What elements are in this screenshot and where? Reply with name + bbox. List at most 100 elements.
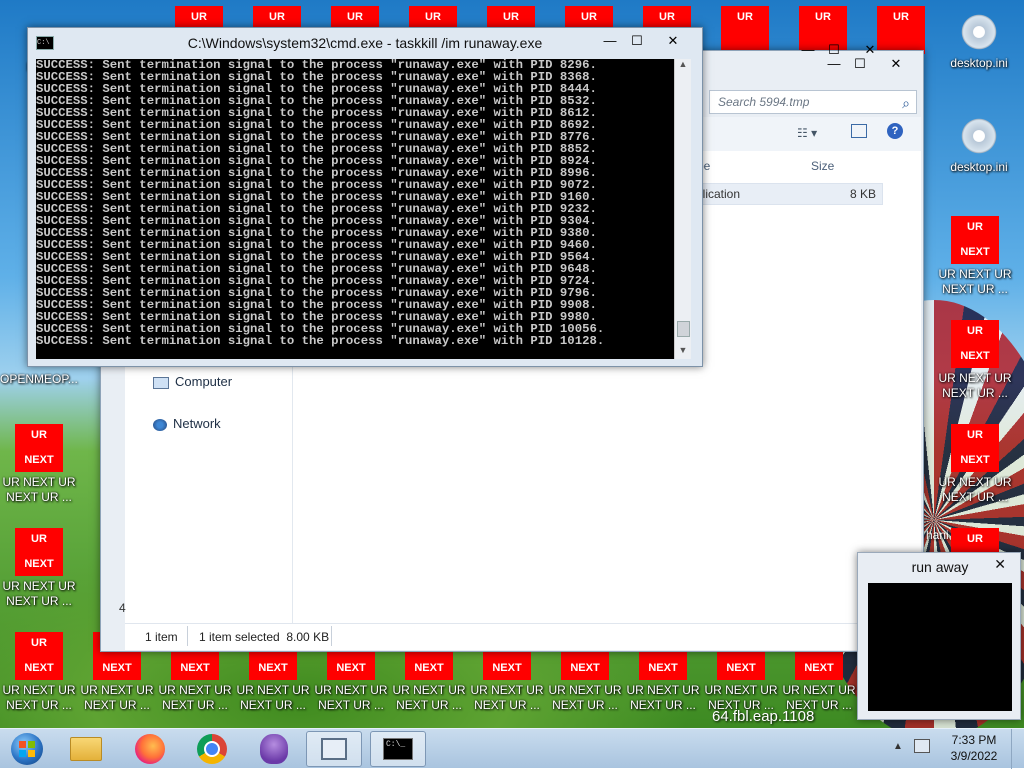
cmd-window[interactable]: C:\ C:\Windows\system32\cmd.exe - taskki… [27,27,703,367]
desktop-icon-label: desktop.ini [950,160,1008,174]
file-row-selected[interactable]: plication 8 KB [695,183,883,205]
tile-bottom-text: NEXT [24,454,54,466]
tile-top-text: UR [967,325,983,337]
taskbar: C:\_ ▲ 7:33 PM 3/9/2022 [0,728,1024,769]
runaway-close-button[interactable]: ✕ [994,556,1006,573]
ur-next-tile-icon: UR NEXT [15,632,63,680]
tile-bottom-text: NEXT [180,662,210,674]
desktop-icon[interactable]: UR NEXT UR NEXT UR NEXT UR ... [938,424,1012,505]
windows-start-icon [11,733,43,765]
tile-top-text: UR [269,11,285,23]
tile-top-text: UR [967,221,983,233]
console-output[interactable]: SUCCESS: Sent termination signal to the … [36,59,691,359]
status-selected: 1 item selected 8.00 KB [199,630,330,644]
tile-top-text: UR [893,11,909,23]
explorer-maximize-button[interactable]: ☐ [843,53,877,75]
scroll-up-arrow[interactable]: ▲ [675,59,691,73]
taskbar-purple-app[interactable] [246,731,302,767]
desktop-icon-label: UR NEXT UR NEXT UR ... [392,683,466,712]
file-size-cell: 8 KB [849,187,876,201]
search-input[interactable]: Search 5994.tmp ⌕ [709,90,917,114]
column-header-size[interactable]: Size [811,159,834,173]
desktop-icon-label: UR NEXT UR NEXT UR ... [2,579,76,608]
ur-next-tile-icon: UR NEXT [951,216,999,264]
desktop-icon-label: desktop.ini [950,56,1008,70]
tile-bottom-text: NEXT [414,662,444,674]
status-bar: 1 item 1 item selected 8.00 KB [125,623,921,650]
taskbar-chrome[interactable] [184,731,240,767]
desktop-icon-label: OPENMEOP... [0,372,78,386]
desktop-icon-label: UR NEXT UR NEXT UR ... [626,683,700,712]
tile-top-text: UR [581,11,597,23]
tile-bottom-text: NEXT [570,662,600,674]
tile-bottom-text: NEXT [24,662,54,674]
desktop-icon-label: UR NEXT UR NEXT UR ... [548,683,622,712]
desktop-icon[interactable]: UR NEXT UR NEXT UR NEXT UR ... [938,216,1012,297]
desktop-icon-label: UR NEXT UR NEXT UR ... [2,683,76,712]
ur-next-tile-icon: UR NEXT [15,424,63,472]
tile-bottom-text: NEXT [492,662,522,674]
tile-top-text: UR [815,11,831,23]
chrome-icon [197,734,227,764]
ur-next-tile-icon: UR NEXT [951,320,999,368]
tile-top-text: UR [31,637,47,649]
left-pane-fragment: 4 [119,601,126,615]
tile-bottom-text: NEXT [960,454,990,466]
tile-top-text: UR [967,429,983,441]
ur-next-tile-icon: UR [721,6,769,54]
search-placeholder: Search 5994.tmp [718,95,810,109]
view-options-icon[interactable]: ☷ ▾ [797,126,817,140]
folder-icon [70,737,102,761]
tile-bottom-text: NEXT [960,246,990,258]
tile-top-text: UR [191,11,207,23]
status-item-count: 1 item [145,630,178,644]
cmd-maximize-button[interactable]: ☐ [620,30,654,52]
tile-bottom-text: NEXT [648,662,678,674]
taskbar-explorer-window[interactable] [306,731,362,767]
desktop-icon[interactable]: UR NEXT UR NEXT UR NEXT UR ... [2,632,76,713]
clock[interactable]: 7:33 PM 3/9/2022 [942,732,1006,764]
tile-top-text: UR [503,11,519,23]
taskbar-cmd[interactable]: C:\_ [370,731,426,767]
desktop-icon-label: UR NEXT UR NEXT UR ... [314,683,388,712]
scroll-down-arrow[interactable]: ▼ [675,345,691,359]
search-icon[interactable]: ⌕ [902,92,910,114]
console-scrollbar[interactable]: ▲ ▼ [674,59,691,359]
tile-bottom-text: NEXT [726,662,756,674]
settings-file-icon [959,116,999,156]
help-icon[interactable]: ? [887,123,903,139]
desktop-icon-label: UR NEXT UR NEXT UR ... [938,475,1012,504]
runaway-window[interactable]: run away ✕ [857,552,1021,720]
explorer-close-button[interactable]: ✕ [879,53,913,75]
desktop-icon[interactable]: UR NEXT UR NEXT UR NEXT UR ... [2,424,76,505]
tile-bottom-text: NEXT [102,662,132,674]
show-desktop-button[interactable] [1011,729,1024,769]
nav-item-network[interactable]: Network [153,416,221,431]
ur-next-tile-icon: UR NEXT [15,528,63,576]
desktop-icon[interactable]: UR NEXT UR NEXT UR NEXT UR ... [938,320,1012,401]
start-button[interactable] [2,731,52,767]
tray-show-hidden-icon[interactable]: ▲ [893,741,903,752]
clock-date: 3/9/2022 [950,749,998,763]
desktop-icon[interactable]: desktop.ini [942,116,1016,175]
desktop-icon-label: UR NEXT UR NEXT UR ... [2,475,76,504]
desktop-icon[interactable]: OPENMEOP... [0,372,78,387]
preview-pane-icon[interactable] [851,124,867,138]
taskbar-file-explorer[interactable] [58,731,114,767]
desktop-icon-label: UR NEXT UR NEXT UR ... [158,683,232,712]
tile-bottom-text: NEXT [336,662,366,674]
firefox-icon [135,734,165,764]
taskbar-firefox[interactable] [122,731,178,767]
nav-item-computer[interactable]: Computer [153,374,232,389]
scroll-thumb[interactable] [677,321,690,337]
console-line: SUCCESS: Sent termination signal to the … [36,334,605,348]
tray-network-icon[interactable] [914,739,930,753]
tile-bottom-text: NEXT [804,662,834,674]
tile-top-text: UR [347,11,363,23]
cmd-close-button[interactable]: ✕ [656,30,690,52]
desktop-icon[interactable]: desktop.ini [942,12,1016,71]
desktop-icon[interactable]: UR NEXT UR NEXT UR NEXT UR ... [2,528,76,609]
runaway-canvas [868,583,1012,711]
desktop-icon-label: UR NEXT UR NEXT UR ... [80,683,154,712]
ur-next-tile-icon: UR NEXT [951,424,999,472]
